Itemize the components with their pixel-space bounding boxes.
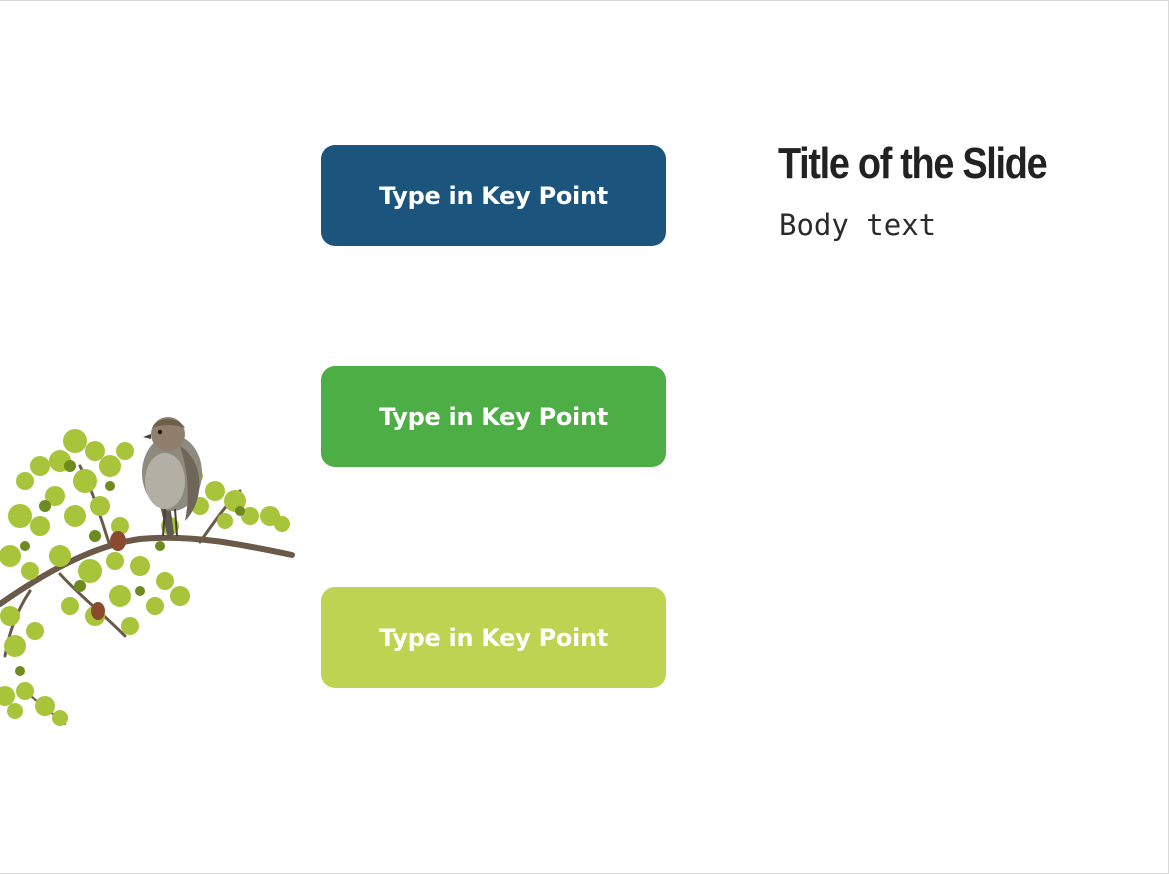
key-point-label-2: Type in Key Point [379, 402, 608, 431]
key-point-box-3[interactable]: Type in Key Point [321, 587, 666, 688]
slide-title[interactable]: Title of the Slide [778, 139, 1048, 189]
sparrow-bird [142, 417, 202, 538]
bird-eye [157, 429, 163, 435]
slide-canvas: Type in Key Point Type in Key Point Type… [0, 0, 1169, 874]
bird-belly [145, 453, 185, 509]
key-point-label-3: Type in Key Point [379, 623, 608, 652]
key-point-box-1[interactable]: Type in Key Point [321, 145, 666, 246]
slide-body-text[interactable]: Body text [779, 208, 936, 242]
key-point-label-1: Type in Key Point [379, 181, 608, 210]
key-point-box-2[interactable]: Type in Key Point [321, 366, 666, 467]
bird-on-branch-image [0, 417, 295, 726]
bird-beak [143, 434, 151, 439]
